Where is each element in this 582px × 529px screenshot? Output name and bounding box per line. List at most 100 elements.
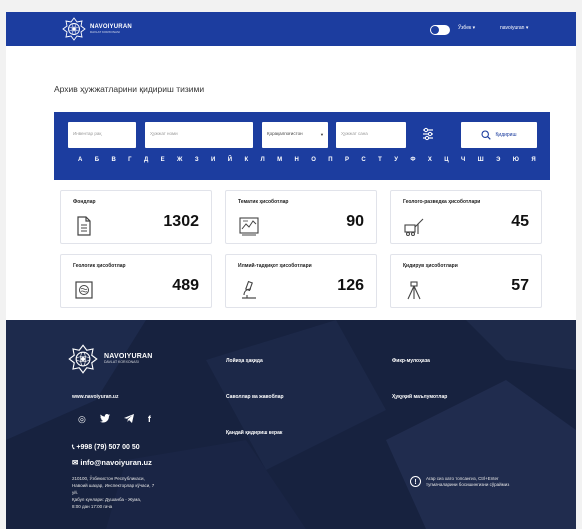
logo-subtitle: DAVLAT KORXONASI <box>90 30 120 34</box>
drill-rig-icon <box>404 218 424 236</box>
page: NAVOIYURAN DAVLAT KORXONASI Ўзбек ▾ navo… <box>6 12 576 529</box>
logo-emblem-icon <box>68 344 98 374</box>
stat-card-prospecting[interactable]: Қидирув ҳисоботлари 57 <box>390 254 542 308</box>
address-line: 8:00 дан 17:00 гача <box>72 503 113 509</box>
card-count: 45 <box>511 213 529 230</box>
error-report-note: ! Агар сиз хато топсангиз, Ctrl+Enter ту… <box>410 476 516 489</box>
social-links: ◎ f <box>78 414 151 425</box>
alphabet-letter[interactable]: Н <box>295 157 299 163</box>
search-button-label: Қидириш <box>495 132 517 138</box>
alphabet-letter[interactable]: О <box>311 157 316 163</box>
alphabet-letter[interactable]: Х <box>428 157 432 163</box>
telegram-icon[interactable] <box>123 414 134 425</box>
company-menu[interactable]: navoiyuran ▾ <box>500 25 528 31</box>
alphabet-letter[interactable]: К <box>244 157 248 163</box>
alphabet-letter[interactable]: З <box>195 157 199 163</box>
stat-card-research[interactable]: Илмий-тадқиқот ҳисоботлари 126 <box>225 254 377 308</box>
address-line: Қабул кунлари: Душанба - Жума, <box>72 496 142 502</box>
alphabet-letter[interactable]: Э <box>496 157 500 163</box>
card-title: Тематик ҳисоботлар <box>238 199 289 205</box>
logo-emblem-icon <box>62 17 86 41</box>
card-count: 489 <box>172 277 199 294</box>
chevron-down-icon: ▼ <box>320 132 324 137</box>
theme-toggle[interactable] <box>430 25 450 35</box>
alphabet-letter[interactable]: Л <box>261 157 265 163</box>
alphabet-letter[interactable]: Ж <box>177 157 182 163</box>
footer-logo[interactable]: NAVOIYURAN DAVLAT KORXONASI <box>68 344 153 374</box>
stat-card-exploration[interactable]: Геолого-разведка ҳисоботлари 45 <box>390 190 542 244</box>
filter-icon[interactable] <box>422 127 434 141</box>
region-select-value: Қорақалпоғистон <box>267 131 303 136</box>
language-selector[interactable]: Ўзбек ▾ <box>458 25 475 31</box>
alphabet-letter[interactable]: Ю <box>513 157 519 163</box>
alphabet-letter[interactable]: Й <box>228 157 232 163</box>
alphabet-letter[interactable]: Г <box>128 157 131 163</box>
alphabet-letter[interactable]: Ф <box>410 157 415 163</box>
alphabet-letter[interactable]: Д <box>144 157 148 163</box>
email-text: info@navoiyuran.uz <box>80 458 152 467</box>
alphabet-letter[interactable]: Б <box>95 157 99 163</box>
footer-link-about-project[interactable]: Лойиҳа ҳақида <box>226 358 263 364</box>
footer: NAVOIYURAN DAVLAT KORXONASI www.navoiyur… <box>6 320 576 529</box>
microscope-icon <box>242 280 256 299</box>
footer-logo-subtitle: DAVLAT KORXONASI <box>104 360 139 365</box>
header-logo[interactable]: NAVOIYURAN DAVLAT KORXONASI <box>62 17 132 41</box>
alphabet-letter[interactable]: Я <box>531 157 535 163</box>
document-date-input[interactable]: Ҳужжат сана <box>336 122 406 148</box>
search-icon <box>481 130 492 140</box>
address-line: 210100, Ўзбекистон Республикаси, <box>72 476 145 481</box>
map-icon <box>75 281 93 299</box>
info-icon: ! <box>410 476 421 487</box>
email-address[interactable]: ✉ info@navoiyuran.uz <box>72 458 152 467</box>
document-icon <box>77 216 91 236</box>
postal-address: 210100, Ўзбекистон Республикаси, Навоий … <box>72 476 192 511</box>
top-navigation-bar: NAVOIYURAN DAVLAT KORXONASI Ўзбек ▾ navo… <box>6 12 576 46</box>
card-title: Фондлар <box>73 199 96 205</box>
alphabet-letter[interactable]: Т <box>378 157 382 163</box>
website-link[interactable]: www.navoiyuran.uz <box>72 394 119 400</box>
stat-card-geological[interactable]: Геологик ҳисоботлар 489 <box>60 254 212 308</box>
card-title: Илмий-тадқиқот ҳисоботлари <box>238 263 312 269</box>
card-count: 90 <box>346 213 364 230</box>
phone-number[interactable]: 📞︎ +998 (79) 507 00 50 <box>72 444 140 452</box>
instagram-icon[interactable]: ◎ <box>78 415 86 424</box>
document-name-input[interactable]: Ҳужжат номи <box>145 122 253 148</box>
card-count: 126 <box>337 277 364 294</box>
error-report-text: Агар сиз хато топсангиз, Ctrl+Enter тугм… <box>426 476 510 488</box>
alphabet-letter[interactable]: У <box>394 157 398 163</box>
alphabet-letter[interactable]: В <box>111 157 115 163</box>
alphabet-letter[interactable]: Ш <box>478 157 484 163</box>
card-title: Геологик ҳисоботлар <box>73 263 126 269</box>
tripod-icon <box>407 281 421 300</box>
alphabet-filter: АБВГДЕЖЗИЙКЛМНОПРСТУФХЦЧШЭЮЯ <box>78 157 536 163</box>
card-count: 1302 <box>163 213 199 230</box>
footer-link-faq[interactable]: Саволлар ва жавоблар <box>226 394 284 400</box>
alphabet-letter[interactable]: М <box>277 157 282 163</box>
alphabet-letter[interactable]: Р <box>345 157 349 163</box>
address-line: уй. <box>72 489 79 495</box>
footer-logo-name: NAVOIYURAN <box>104 353 153 361</box>
footer-link-how-to-search[interactable]: Қандай қидириш керак <box>226 430 282 436</box>
stat-card-thematic[interactable]: Тематик ҳисоботлар 90 <box>225 190 377 244</box>
alphabet-letter[interactable]: Ч <box>461 157 465 163</box>
alphabet-letter[interactable]: С <box>361 157 365 163</box>
facebook-icon[interactable]: f <box>148 415 151 424</box>
search-button[interactable]: Қидириш <box>461 122 537 148</box>
report-chart-icon <box>239 217 259 236</box>
inventory-number-input[interactable]: Инвентар рақ <box>68 122 136 148</box>
address-line: Навоий шаҳар, Инспекторлар кўчаси, 7 <box>72 482 155 488</box>
alphabet-letter[interactable]: А <box>78 157 82 163</box>
card-count: 57 <box>511 277 529 294</box>
footer-link-legal[interactable]: Ҳуқуқий маълумотлар <box>392 394 447 400</box>
footer-link-feedback[interactable]: Фикр-мулоҳаза <box>392 358 430 364</box>
twitter-icon[interactable] <box>99 414 110 425</box>
search-panel: Инвентар рақ Ҳужжат номи Қорақалпоғистон… <box>54 112 550 180</box>
alphabet-letter[interactable]: Е <box>161 157 165 163</box>
page-title: Архив ҳужжатларини қидириш тизими <box>54 84 205 94</box>
alphabet-letter[interactable]: П <box>328 157 332 163</box>
phone-text: +998 (79) 507 00 50 <box>76 444 140 451</box>
alphabet-letter[interactable]: Ц <box>444 157 448 163</box>
alphabet-letter[interactable]: И <box>211 157 215 163</box>
stat-card-funds[interactable]: Фондлар 1302 <box>60 190 212 244</box>
region-select[interactable]: Қорақалпоғистон ▼ <box>262 122 328 148</box>
